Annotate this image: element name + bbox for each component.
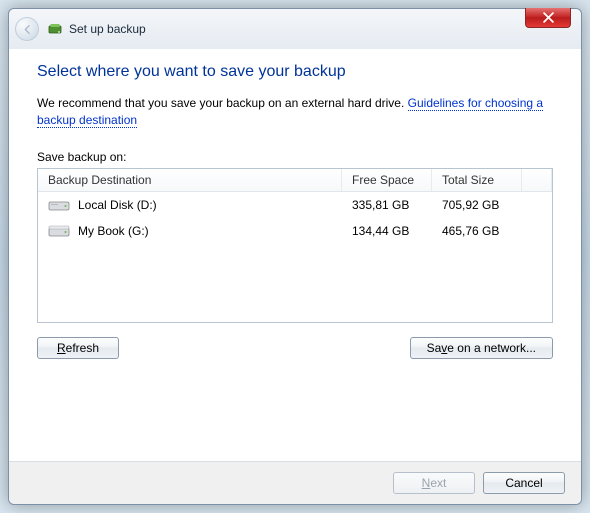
titlebar-title: Set up backup [69, 22, 146, 36]
drive-free: 335,81 GB [342, 198, 432, 212]
col-total-size[interactable]: Total Size [432, 169, 522, 191]
wizard-footer: Next Cancel [9, 461, 581, 504]
cancel-button[interactable]: Cancel [483, 472, 565, 494]
col-free-space[interactable]: Free Space [342, 169, 432, 191]
page-title: Select where you want to save your backu… [37, 63, 553, 81]
titlebar: Set up backup [9, 9, 581, 49]
content-area: Select where you want to save your backu… [9, 49, 581, 461]
wizard-icon [47, 21, 63, 37]
wizard-window: Set up backup Select where you want to s… [8, 8, 582, 505]
table-row[interactable]: Local Disk (D:) 335,81 GB 705,92 GB [38, 192, 552, 218]
refresh-button[interactable]: Refresh [37, 337, 119, 359]
list-body: Local Disk (D:) 335,81 GB 705,92 GB [38, 192, 552, 244]
drive-free: 134,44 GB [342, 224, 432, 238]
external-drive-icon [48, 223, 70, 239]
hard-drive-icon [48, 197, 70, 213]
recommend-text: We recommend that you save your backup o… [37, 95, 553, 130]
drive-total: 465,76 GB [432, 224, 522, 238]
back-button[interactable] [15, 17, 39, 41]
drive-name: Local Disk (D:) [78, 198, 157, 212]
list-header: Backup Destination Free Space Total Size [38, 169, 552, 192]
refresh-label-rest: efresh [66, 341, 99, 355]
close-button[interactable] [525, 8, 571, 28]
col-destination[interactable]: Backup Destination [38, 169, 342, 191]
save-on-network-button[interactable]: Save on a network... [410, 337, 553, 359]
save-on-label: Save backup on: [37, 150, 553, 164]
table-row[interactable]: My Book (G:) 134,44 GB 465,76 GB [38, 218, 552, 244]
drive-list: Backup Destination Free Space Total Size [37, 168, 553, 323]
button-row: Refresh Save on a network... [37, 337, 553, 359]
next-button: Next [393, 472, 475, 494]
drive-total: 705,92 GB [432, 198, 522, 212]
col-pad [522, 169, 552, 191]
drive-name: My Book (G:) [78, 224, 149, 238]
recommend-prefix: We recommend that you save your backup o… [37, 96, 408, 110]
